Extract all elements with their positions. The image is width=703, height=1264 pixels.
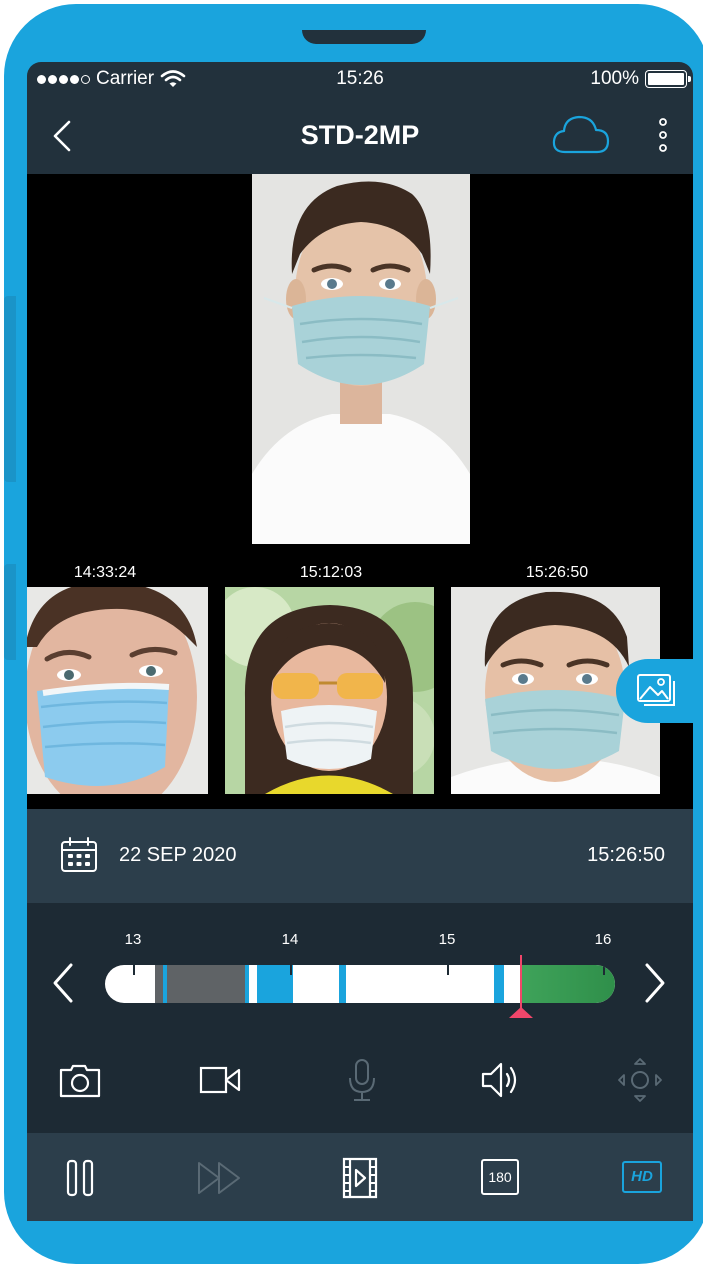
thumbnail-time: 15:26:50 [525, 564, 589, 581]
ptz-icon[interactable] [615, 1056, 665, 1104]
capture-thumbnail[interactable] [225, 587, 434, 794]
time-label: 15:26:50 [587, 844, 665, 866]
calendar-icon[interactable] [60, 837, 98, 873]
resolution-button[interactable]: 180 [475, 1153, 525, 1203]
timeline-tick-label: 14 [281, 931, 299, 948]
next-icon[interactable] [639, 961, 669, 1005]
timeline-tick-label: 16 [594, 931, 612, 948]
gallery-button[interactable] [616, 659, 693, 723]
nav-bar: STD-2MP [27, 96, 693, 174]
record-icon[interactable] [195, 1056, 245, 1104]
phone-speaker [302, 30, 426, 44]
hd-label: HD [622, 1161, 662, 1193]
pause-icon[interactable] [55, 1153, 105, 1203]
thumbnail-time: 14:33:24 [73, 564, 137, 581]
thumbnail-time: 15:12:03 [299, 564, 363, 581]
timeline-tick-label: 13 [124, 931, 142, 948]
battery-icon [645, 70, 691, 88]
hd-button[interactable]: HD [617, 1153, 667, 1203]
timeline-recording-segment [521, 965, 615, 1003]
date-label: 22 SEP 2020 [119, 844, 237, 866]
live-face-image [252, 174, 470, 544]
side-button-volume [4, 296, 16, 482]
resolution-label: 180 [481, 1159, 519, 1195]
more-icon[interactable] [655, 116, 671, 156]
timeline-segment [257, 965, 293, 1003]
app-screen: Carrier 15:26 100% STD-2MP 14:33:24 15:1… [27, 62, 693, 1221]
timeline-segment [155, 965, 245, 1003]
side-button-power [4, 564, 16, 660]
battery-percent: 100% [590, 68, 639, 89]
timeline-event-marker [494, 965, 504, 1003]
timeline-event-marker [245, 965, 249, 1003]
timeline-event-marker [163, 965, 167, 1003]
prev-icon[interactable] [49, 961, 79, 1005]
snapshot-icon[interactable] [55, 1056, 105, 1104]
timeline-area: 13 14 15 16 [27, 903, 693, 1028]
playback-bar: 180 HD [27, 1133, 693, 1221]
video-view[interactable]: 14:33:24 15:12:03 15:26:50 [27, 174, 693, 809]
gallery-icon [637, 674, 675, 706]
mic-icon[interactable] [337, 1056, 387, 1104]
capture-thumbnail[interactable] [27, 587, 208, 794]
control-bar [27, 1028, 693, 1133]
timeline-event-marker [339, 965, 346, 1003]
timeline-tick-label: 15 [438, 931, 456, 948]
speaker-icon[interactable] [475, 1056, 525, 1104]
clip-icon[interactable] [335, 1153, 385, 1203]
timeline-playhead[interactable] [520, 955, 522, 1013]
status-bar: Carrier 15:26 100% [27, 62, 693, 96]
cloud-icon[interactable] [551, 112, 611, 158]
playhead-marker[interactable] [509, 1007, 533, 1018]
timeline-track[interactable] [105, 965, 615, 1003]
fast-forward-icon[interactable] [195, 1153, 245, 1203]
date-bar: 22 SEP 2020 15:26:50 [27, 809, 693, 903]
